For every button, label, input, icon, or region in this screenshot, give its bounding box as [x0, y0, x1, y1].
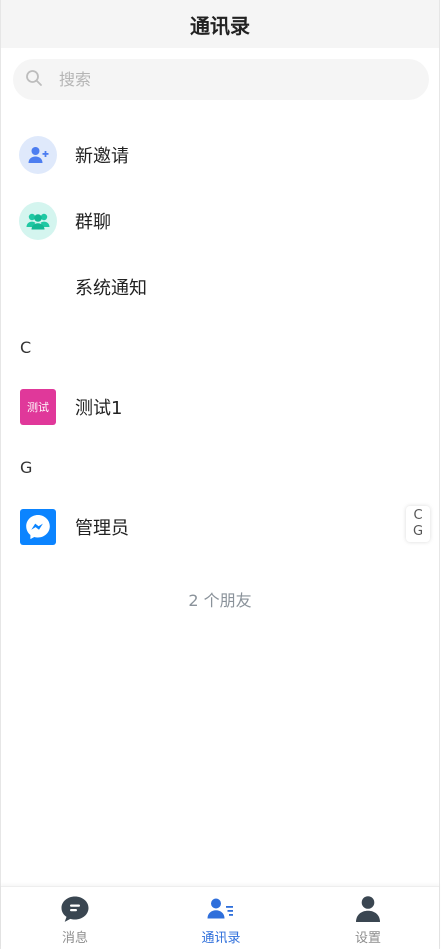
search-input[interactable] — [43, 58, 429, 101]
section-header-g: G — [20, 458, 33, 477]
avatar: 测试 — [19, 388, 57, 426]
alphabet-index[interactable]: C G — [406, 506, 430, 542]
person-icon — [355, 894, 381, 924]
messenger-icon — [20, 509, 56, 545]
chat-bubble-icon — [60, 894, 90, 924]
new-invite-item[interactable]: 新邀请 — [1, 122, 439, 188]
tab-label: 设置 — [354, 931, 381, 946]
contact-name: 测试1 — [75, 398, 123, 419]
add-user-icon — [19, 136, 57, 174]
section-header-c: C — [20, 338, 32, 357]
avatar — [19, 508, 57, 546]
system-notification-label: 系统通知 — [75, 278, 147, 299]
contacts-icon — [207, 894, 235, 924]
search-bar[interactable] — [13, 58, 429, 101]
tab-contacts[interactable]: 通讯录 — [171, 887, 271, 950]
avatar-text: 测试 — [20, 389, 56, 425]
friend-count: 2 个朋友 — [188, 591, 252, 610]
index-letter-c[interactable]: C — [413, 508, 422, 524]
page-title: 通讯录 — [190, 13, 250, 38]
contact-name: 管理员 — [75, 518, 129, 539]
contact-item[interactable]: 测试 测试1 — [1, 374, 439, 440]
bottom-tab-bar: 消息 通讯录 设置 — [1, 886, 439, 950]
group-chat-item[interactable]: 群聊 — [1, 188, 439, 254]
tab-messages[interactable]: 消息 — [25, 887, 125, 950]
group-chat-label: 群聊 — [75, 212, 111, 233]
tab-settings[interactable]: 设置 — [318, 887, 418, 950]
contact-item[interactable]: 管理员 — [1, 494, 439, 560]
system-notification-item[interactable]: 系统通知 — [1, 254, 439, 320]
search-icon — [25, 69, 43, 91]
header: 通讯录 — [1, 0, 439, 48]
new-invite-label: 新邀请 — [75, 146, 129, 167]
tab-label: 通讯录 — [201, 931, 241, 946]
index-letter-g[interactable]: G — [413, 524, 423, 540]
tab-label: 消息 — [61, 931, 88, 946]
group-icon — [19, 202, 57, 240]
contacts-screen: 通讯录 新邀请 — [0, 0, 440, 950]
